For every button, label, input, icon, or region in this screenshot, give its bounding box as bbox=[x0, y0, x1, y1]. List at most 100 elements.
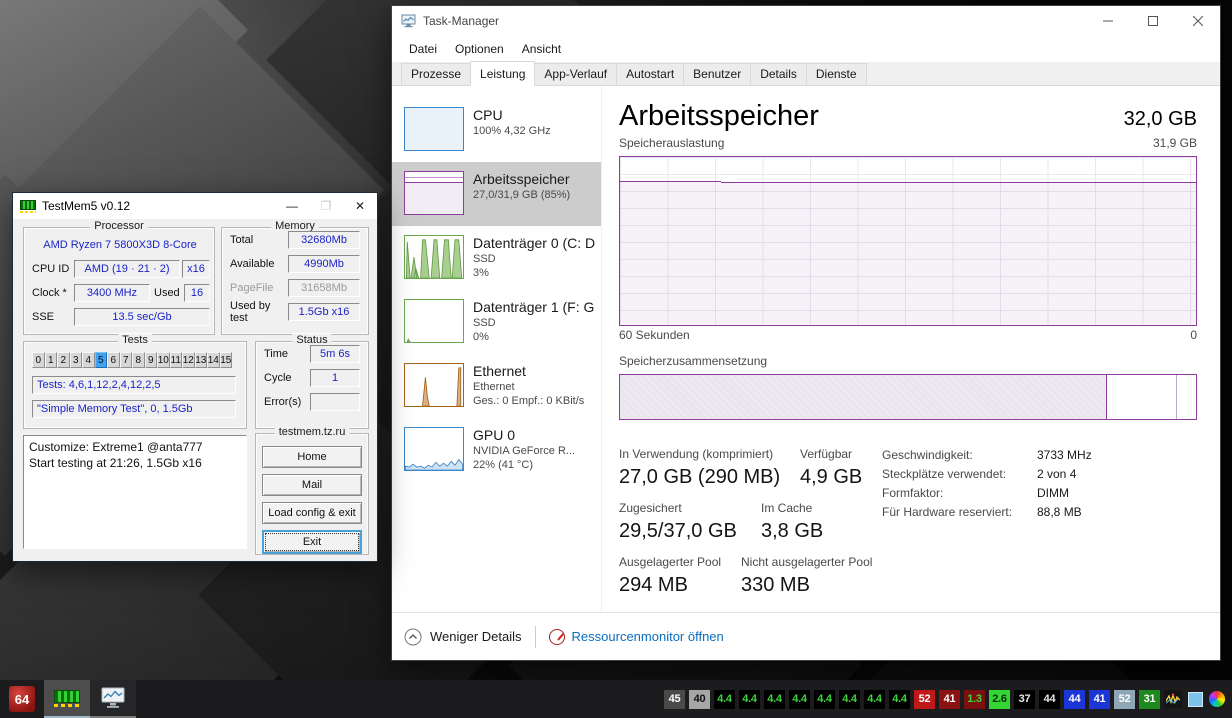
tab[interactable]: Dienste bbox=[805, 63, 867, 85]
sidebar-item-ethernet[interactable]: Ethernet Ethernet Ges.: 0 Empf.: 0 KBit/… bbox=[392, 354, 601, 418]
gpu-thumbnail-graph bbox=[404, 427, 464, 471]
test-number-chip[interactable]: 7 bbox=[119, 352, 132, 368]
tab[interactable]: Prozesse bbox=[401, 63, 472, 85]
menu-item[interactable]: Ansicht bbox=[514, 38, 569, 60]
test-number-chip[interactable]: 6 bbox=[107, 352, 120, 368]
tray-sensor-chip[interactable]: 44 bbox=[1039, 689, 1060, 709]
test-number-chip[interactable]: 15 bbox=[219, 352, 232, 368]
tray-sensor-chip[interactable]: 41 bbox=[1089, 689, 1110, 709]
test-number-chip[interactable]: 11 bbox=[169, 352, 182, 368]
minimize-button[interactable]: — bbox=[275, 193, 309, 219]
composition-label: Speicherzusammensetzung bbox=[619, 354, 768, 368]
tray-sensor-chip[interactable]: 52 bbox=[1114, 689, 1135, 709]
maximize-button[interactable] bbox=[1130, 6, 1175, 36]
disk1-thumbnail-graph bbox=[404, 299, 464, 343]
task-manager-icon bbox=[101, 687, 125, 708]
cpu-id-label: CPU ID bbox=[32, 263, 70, 275]
status-row: Cycle 1 bbox=[256, 366, 368, 390]
testmem-button[interactable]: Home bbox=[262, 446, 362, 468]
testmem-button[interactable]: Exit bbox=[262, 530, 362, 554]
menu-item[interactable]: Optionen bbox=[447, 38, 512, 60]
sidebar-item-disk0[interactable]: Datenträger 0 (C: D SSD 3% bbox=[392, 226, 601, 290]
tray-sensor-chip[interactable]: 4.4 bbox=[714, 689, 735, 709]
sidebar-item-disk1[interactable]: Datenträger 1 (F: G SSD 0% bbox=[392, 290, 601, 354]
tray-blue-square-icon[interactable] bbox=[1186, 690, 1204, 708]
sidebar-item-gpu[interactable]: GPU 0 NVIDIA GeForce R... 22% (41 °C) bbox=[392, 418, 601, 482]
test-number-chip[interactable]: 0 bbox=[32, 352, 45, 368]
less-details-label: Weniger Details bbox=[430, 629, 522, 644]
tray-sensor-chip[interactable]: 4.4 bbox=[789, 689, 810, 709]
window-title: Task-Manager bbox=[423, 14, 500, 28]
less-details-button[interactable]: Weniger Details bbox=[404, 628, 522, 646]
minimize-button[interactable] bbox=[1085, 6, 1130, 36]
close-button[interactable] bbox=[1175, 6, 1220, 36]
test-number-chip[interactable]: 13 bbox=[194, 352, 207, 368]
tab[interactable]: App-Verlauf bbox=[534, 63, 618, 85]
window-title: TestMem5 v0.12 bbox=[42, 199, 131, 213]
tray-sensor-chip[interactable]: 2.6 bbox=[989, 689, 1010, 709]
test-number-chip[interactable]: 2 bbox=[57, 352, 70, 368]
tray-sensor-chip[interactable]: 1.3 bbox=[964, 689, 985, 709]
task-manager-titlebar[interactable]: Task-Manager bbox=[392, 6, 1220, 36]
testmem5-titlebar[interactable]: TestMem5 v0.12 — ❐ ✕ bbox=[13, 193, 377, 219]
memory-thumbnail-graph bbox=[404, 171, 464, 215]
tray-sensor-chip[interactable]: 4.4 bbox=[889, 689, 910, 709]
hwinfo-icon[interactable] bbox=[1164, 690, 1182, 708]
sidebar-item-sub: 100% 4,32 GHz bbox=[473, 125, 551, 137]
sidebar-item-cpu[interactable]: CPU 100% 4,32 GHz bbox=[392, 98, 601, 162]
sidebar-item-title: Ethernet bbox=[473, 363, 526, 379]
tray-sensor-chip[interactable]: 31 bbox=[1139, 689, 1160, 709]
tray-sensor-chip[interactable]: 40 bbox=[689, 689, 710, 709]
test-number-chip[interactable]: 8 bbox=[132, 352, 145, 368]
tray-sensor-chip[interactable]: 4.4 bbox=[739, 689, 760, 709]
tray-sensor-chip[interactable]: 44 bbox=[1064, 689, 1085, 709]
group-label: Processor bbox=[90, 220, 148, 232]
system-tray: 45 40 4.4 4.4 4.4 4.4 4.4 4.4 4.4 4.4 52 41 1.3 2.6 37… bbox=[664, 689, 1232, 709]
memory-row-label: Used by test bbox=[230, 300, 271, 324]
sse-label: SSE bbox=[32, 311, 55, 323]
open-resource-monitor-link[interactable]: Ressourcenmonitor öffnen bbox=[548, 628, 724, 645]
test-number-chip[interactable]: 14 bbox=[207, 352, 220, 368]
tab[interactable]: Benutzer bbox=[683, 63, 752, 85]
tray-sensor-chip[interactable]: 37 bbox=[1014, 689, 1035, 709]
tray-sensor-chip[interactable]: 41 bbox=[939, 689, 960, 709]
test-number-chip[interactable]: 9 bbox=[144, 352, 157, 368]
tests-sequence: Tests: 4,6,1,12,2,4,12,2,5 bbox=[32, 376, 236, 394]
tray-sensor-chip[interactable]: 4.4 bbox=[864, 689, 885, 709]
memory-row-label: Total bbox=[230, 234, 254, 246]
testmem-button[interactable]: Load config & exit bbox=[262, 502, 362, 524]
tray-color-wheel-icon[interactable] bbox=[1208, 690, 1226, 708]
tray-sensor-chip[interactable]: 4.4 bbox=[764, 689, 785, 709]
tray-sensor-chip[interactable]: 4.4 bbox=[839, 689, 860, 709]
taskbar-app-task-manager[interactable] bbox=[90, 680, 136, 718]
tray-sensor-chip[interactable]: 4.4 bbox=[814, 689, 835, 709]
tab[interactable]: Autostart bbox=[616, 63, 685, 85]
sidebar-item-sub: 0% bbox=[473, 331, 489, 343]
close-button[interactable]: ✕ bbox=[343, 193, 377, 219]
test-number-chip[interactable]: 10 bbox=[157, 352, 170, 368]
sidebar-item-memory[interactable]: Arbeitsspeicher 27,0/31,9 GB (85%) bbox=[392, 162, 601, 226]
processor-group: Processor AMD Ryzen 7 5800X3D 8-Core CPU… bbox=[23, 220, 215, 335]
status-row-value bbox=[310, 393, 360, 411]
hardware-info-value: 88,8 MB bbox=[1037, 505, 1082, 519]
menu-item[interactable]: Datei bbox=[401, 38, 445, 60]
tab[interactable]: Leistung bbox=[470, 61, 536, 86]
tray-sensor-chip[interactable]: 45 bbox=[664, 689, 685, 709]
test-number-chip[interactable]: 1 bbox=[44, 352, 57, 368]
test-number-chip[interactable]: 4 bbox=[82, 352, 95, 368]
ethernet-thumbnail-graph bbox=[404, 363, 464, 407]
sse-value: 13.5 sec/Gb bbox=[74, 308, 210, 326]
taskbar-app-testmem5[interactable] bbox=[44, 680, 90, 718]
test-number-chip[interactable]: 5 bbox=[94, 352, 107, 368]
test-number-chip[interactable]: 3 bbox=[69, 352, 82, 368]
tray-sensor-chip[interactable]: 52 bbox=[914, 689, 935, 709]
taskbar-app-aida64[interactable]: 64 bbox=[0, 680, 44, 718]
sidebar-item-sub: SSD bbox=[473, 253, 496, 265]
testmem-button[interactable]: Mail bbox=[262, 474, 362, 496]
tab[interactable]: Details bbox=[750, 63, 807, 85]
status-row-label: Cycle bbox=[264, 372, 292, 384]
cpu-name: AMD Ryzen 7 5800X3D 8-Core bbox=[43, 239, 197, 251]
hardware-info-row: Geschwindigkeit: 3733 MHz bbox=[882, 446, 1092, 465]
current-test: "Simple Memory Test", 0, 1.5Gb bbox=[32, 400, 236, 418]
test-number-chip[interactable]: 12 bbox=[182, 352, 195, 368]
